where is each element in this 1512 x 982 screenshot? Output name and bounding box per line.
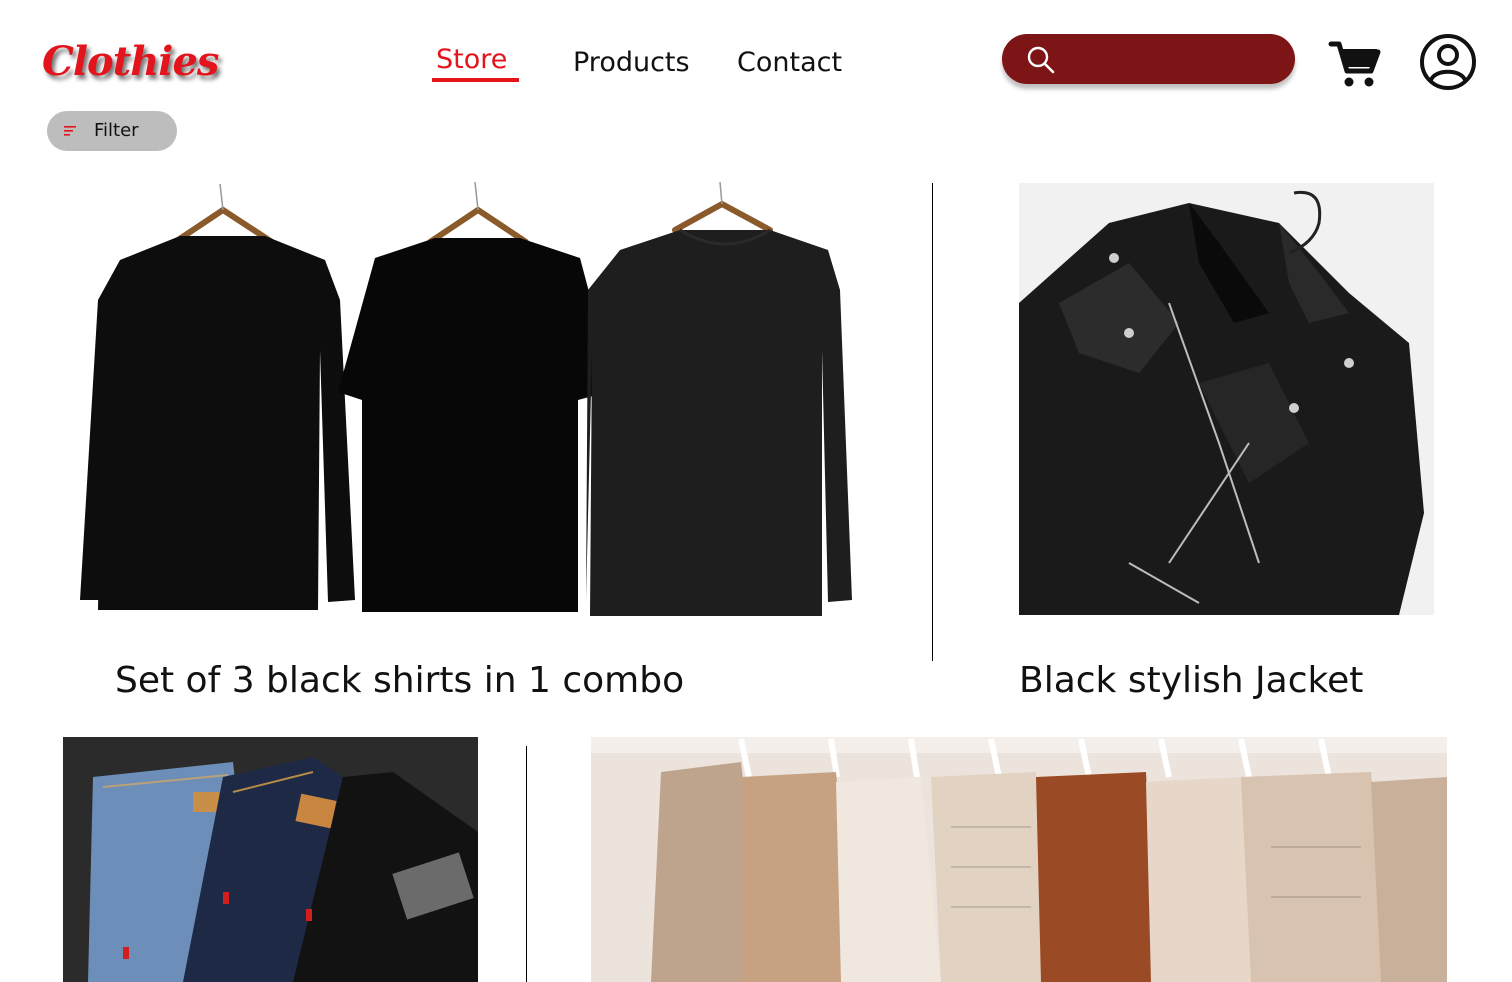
nav-item-store[interactable]: Store <box>436 44 507 75</box>
cart-button[interactable] <box>1327 37 1383 93</box>
filter-icon <box>64 126 76 136</box>
column-divider <box>932 183 933 661</box>
search-input[interactable] <box>1068 42 1282 78</box>
jacket-illustration <box>1019 183 1434 615</box>
account-icon <box>1420 34 1476 90</box>
product-image-jeans[interactable] <box>63 737 478 982</box>
filter-label: Filter <box>94 120 139 141</box>
column-divider-bottom <box>526 746 527 982</box>
product-title-leather-jacket[interactable]: Black stylish Jacket <box>1019 660 1363 701</box>
search-icon[interactable] <box>1026 45 1056 75</box>
nav-item-contact[interactable]: Contact <box>737 47 842 78</box>
search-bar[interactable] <box>1002 34 1295 84</box>
cart-icon <box>1328 41 1381 87</box>
product-image-leather-jacket[interactable] <box>1019 183 1434 615</box>
account-button[interactable] <box>1419 33 1477 91</box>
nav-item-products[interactable]: Products <box>573 47 690 78</box>
sweaters-illustration <box>591 737 1447 982</box>
jeans-illustration <box>63 737 478 982</box>
brand-logo[interactable]: Clothies <box>42 38 219 85</box>
product-title-black-shirts[interactable]: Set of 3 black shirts in 1 combo <box>115 660 684 701</box>
filter-button[interactable]: Filter <box>47 111 177 151</box>
shirts-illustration <box>80 180 860 620</box>
product-image-black-shirts[interactable] <box>80 180 860 620</box>
active-nav-underline <box>432 78 519 82</box>
product-image-sweaters[interactable] <box>591 737 1447 982</box>
